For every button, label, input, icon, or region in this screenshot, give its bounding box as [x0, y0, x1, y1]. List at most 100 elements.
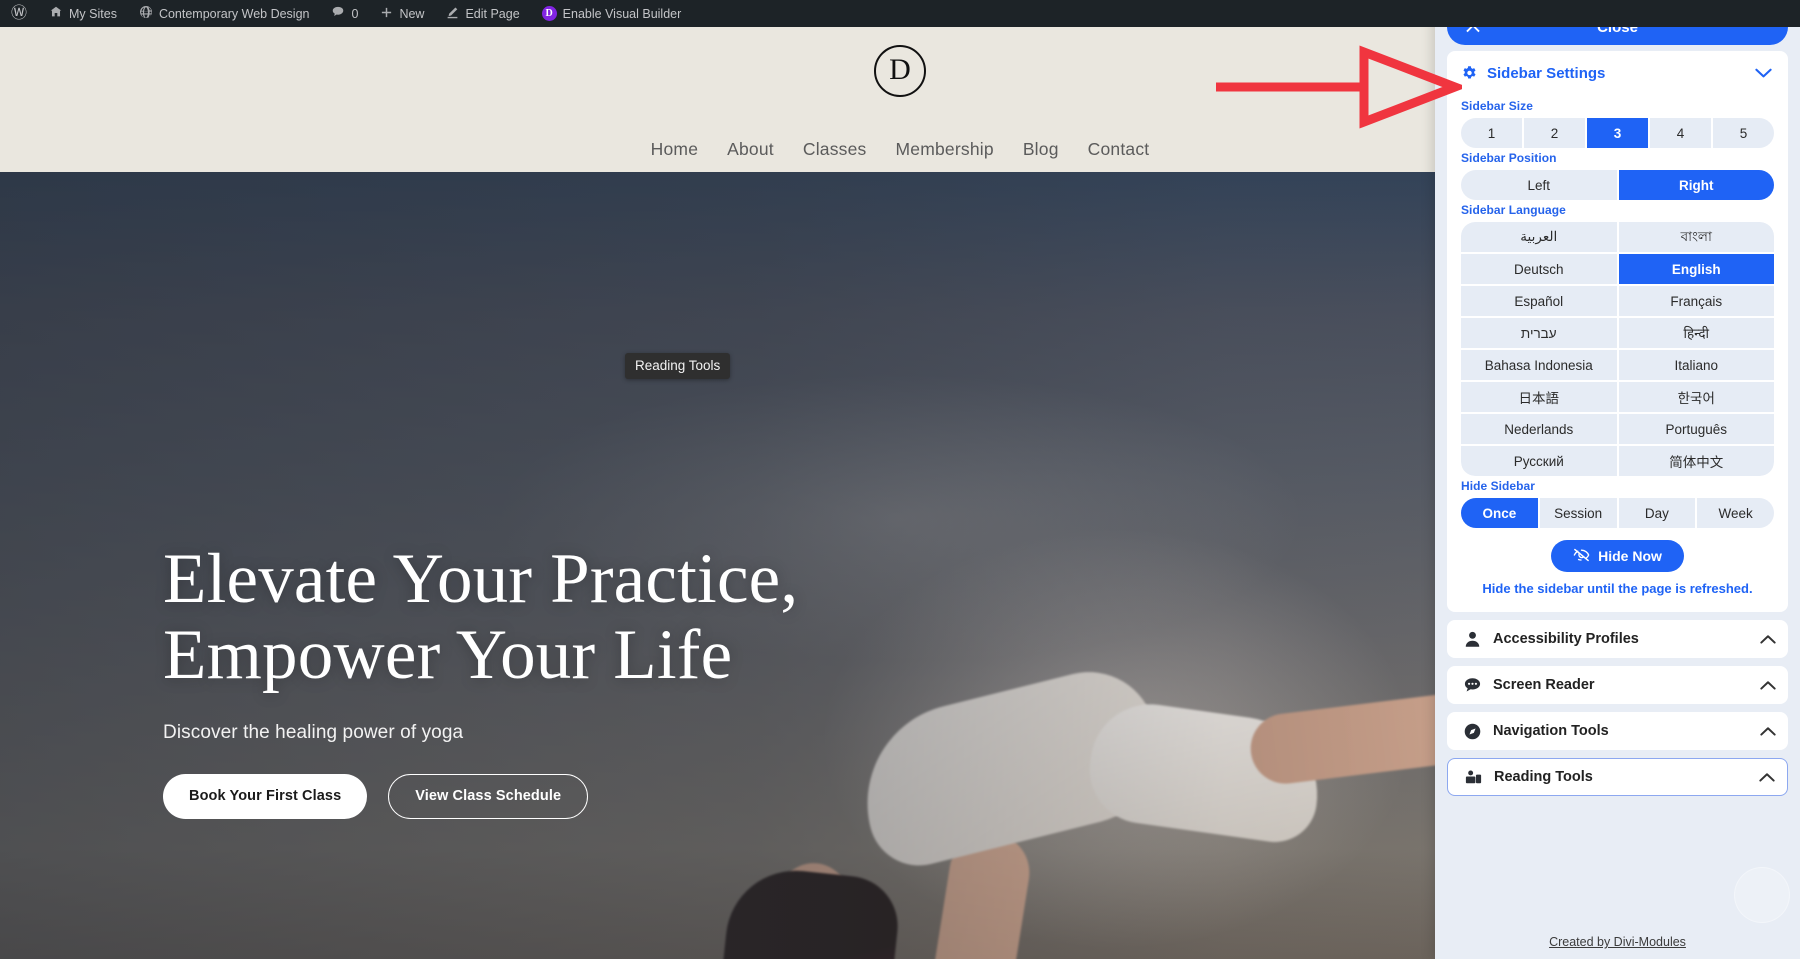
sidebar-position-left[interactable]: Left — [1461, 170, 1617, 200]
reading-icon — [1462, 766, 1484, 788]
adminbar-enable-visual-builder[interactable]: D Enable Visual Builder — [531, 0, 693, 27]
adminbar-visual-builder-label: Enable Visual Builder — [562, 6, 682, 21]
adminbar-wordpress-logo[interactable]: Ⓦ — [0, 0, 38, 27]
hide-now-button[interactable]: Hide Now — [1551, 540, 1684, 572]
adminbar-new[interactable]: New — [369, 0, 435, 27]
sidebar-size-option-5[interactable]: 5 — [1713, 118, 1774, 148]
hero-copy: Elevate Your Practice, Empower Your Life… — [163, 540, 799, 819]
hero-title: Elevate Your Practice, Empower Your Life — [163, 540, 799, 694]
hide-sidebar-options: Once Session Day Week — [1461, 498, 1774, 528]
chevron-up-icon[interactable] — [1759, 769, 1775, 785]
sidebar-position-options: Left Right — [1461, 170, 1774, 200]
created-by-credit-link[interactable]: Created by Divi-Modules — [1549, 935, 1686, 949]
adminbar-my-sites[interactable]: My Sites — [38, 0, 128, 27]
accordion-label: Navigation Tools — [1493, 723, 1609, 739]
accordion-navigation-tools[interactable]: Navigation Tools — [1447, 712, 1788, 750]
nav-item-home[interactable]: Home — [651, 139, 698, 160]
language-option-hebrew[interactable]: עברית — [1461, 318, 1617, 348]
adminbar-site-name[interactable]: Contemporary Web Design — [128, 0, 321, 27]
plus-icon — [380, 6, 393, 22]
sidebar-settings-title: Sidebar Settings — [1487, 65, 1606, 82]
sidebar-language-options: العربية বাংলা Deutsch English Español Fr… — [1461, 222, 1774, 476]
sidebar-settings-card: Sidebar Settings Sidebar Size 1 2 3 4 5 … — [1447, 51, 1788, 612]
sidebar-position-right[interactable]: Right — [1618, 170, 1774, 200]
sidebar-size-option-4[interactable]: 4 — [1650, 118, 1711, 148]
nav-item-contact[interactable]: Contact — [1088, 139, 1150, 160]
my-sites-icon — [49, 5, 63, 22]
sidebar-size-option-1[interactable]: 1 — [1461, 118, 1522, 148]
language-option-deutsch[interactable]: Deutsch — [1461, 254, 1617, 284]
panel-scroll-area[interactable]: Sidebar Settings Sidebar Size 1 2 3 4 5 … — [1435, 51, 1800, 925]
gear-icon — [1461, 65, 1478, 82]
speech-bubble-icon — [1461, 674, 1483, 696]
sidebar-position-label: Sidebar Position — [1461, 151, 1557, 165]
language-option-arabic[interactable]: العربية — [1461, 222, 1617, 252]
sidebar-size-option-2[interactable]: 2 — [1524, 118, 1585, 148]
chevron-down-icon[interactable] — [1755, 66, 1772, 82]
panel-footer: Created by Divi-Modules — [1435, 925, 1800, 959]
hide-sidebar-label: Hide Sidebar — [1461, 479, 1535, 493]
reading-tools-tooltip: Reading Tools — [625, 353, 731, 379]
adminbar-edit-page[interactable]: Edit Page — [435, 0, 530, 27]
language-option-espanol[interactable]: Español — [1461, 286, 1617, 316]
sidebar-language-label: Sidebar Language — [1461, 203, 1566, 217]
chevron-up-icon[interactable] — [1760, 631, 1776, 647]
nav-item-about[interactable]: About — [727, 139, 774, 160]
logo-letter: D — [874, 45, 926, 97]
adminbar-new-label: New — [399, 6, 425, 21]
hero-subtitle: Discover the healing power of yoga — [163, 721, 464, 743]
accordion-label: Reading Tools — [1494, 769, 1593, 785]
adminbar-comments-count: 0 — [351, 6, 359, 21]
language-option-indonesia[interactable]: Bahasa Indonesia — [1461, 350, 1617, 380]
language-option-bengali[interactable]: বাংলা — [1618, 222, 1774, 252]
sidebar-settings-header[interactable]: Sidebar Settings — [1461, 51, 1774, 96]
compass-icon — [1461, 720, 1483, 742]
hide-now-wrapper: Hide Now — [1461, 540, 1774, 572]
language-option-japanese[interactable]: 日本語 — [1461, 382, 1617, 412]
adminbar-site-name-label: Contemporary Web Design — [158, 6, 310, 21]
adminbar-comments[interactable]: 0 — [320, 0, 369, 27]
language-option-francais[interactable]: Français — [1618, 286, 1774, 316]
hero-buttons: Book Your First Class View Class Schedul… — [163, 773, 798, 819]
hero-title-line-1: Elevate Your Practice, — [163, 540, 799, 618]
sidebar-size-option-3[interactable]: 3 — [1587, 118, 1648, 148]
accordion-label: Screen Reader — [1493, 677, 1595, 693]
adminbar-my-sites-label: My Sites — [69, 6, 117, 21]
divi-icon: D — [541, 6, 557, 21]
book-first-class-button[interactable]: Book Your First Class — [163, 773, 368, 819]
chevron-up-icon[interactable] — [1760, 723, 1776, 739]
pencil-icon — [446, 6, 459, 22]
language-option-hindi[interactable]: हिन्दी — [1618, 318, 1774, 348]
hide-option-day[interactable]: Day — [1618, 498, 1696, 528]
chevron-up-icon[interactable] — [1760, 677, 1776, 693]
language-option-russian[interactable]: Русский — [1461, 446, 1617, 476]
hide-option-week[interactable]: Week — [1697, 498, 1774, 528]
hide-sidebar-note: Hide the sidebar until the page is refre… — [1482, 581, 1753, 596]
accordion-screen-reader[interactable]: Screen Reader — [1447, 666, 1788, 704]
wordpress-logo-icon: Ⓦ — [11, 4, 28, 22]
accessibility-sidebar-panel: Close Sidebar Settings Sidebar Size 1 2 … — [1435, 0, 1800, 959]
hide-option-session[interactable]: Session — [1539, 498, 1617, 528]
nav-item-classes[interactable]: Classes — [803, 139, 867, 160]
language-option-portugues[interactable]: Português — [1618, 414, 1774, 444]
view-class-schedule-button[interactable]: View Class Schedule — [388, 773, 589, 819]
site-icon — [139, 5, 153, 22]
language-option-chinese[interactable]: 简体中文 — [1618, 446, 1774, 476]
hero-title-line-2: Empower Your Life — [163, 615, 733, 694]
accordion-reading-tools[interactable]: Reading Tools — [1447, 758, 1788, 796]
accordion-accessibility-profiles[interactable]: Accessibility Profiles — [1447, 620, 1788, 658]
accordion-label: Accessibility Profiles — [1493, 631, 1639, 647]
nav-item-blog[interactable]: Blog — [1023, 139, 1059, 160]
language-option-english[interactable]: English — [1618, 254, 1774, 284]
nav-item-membership[interactable]: Membership — [896, 139, 994, 160]
hide-option-once[interactable]: Once — [1461, 498, 1538, 528]
sidebar-size-label: Sidebar Size — [1461, 99, 1533, 113]
adminbar-edit-page-label: Edit Page — [465, 6, 520, 21]
language-option-italiano[interactable]: Italiano — [1618, 350, 1774, 380]
language-option-nederlands[interactable]: Nederlands — [1461, 414, 1617, 444]
sidebar-size-options: 1 2 3 4 5 — [1461, 118, 1774, 148]
language-option-korean[interactable]: 한국어 — [1618, 382, 1774, 412]
person-icon — [1461, 628, 1483, 650]
comment-icon — [331, 5, 345, 22]
eye-slash-icon — [1573, 548, 1590, 565]
